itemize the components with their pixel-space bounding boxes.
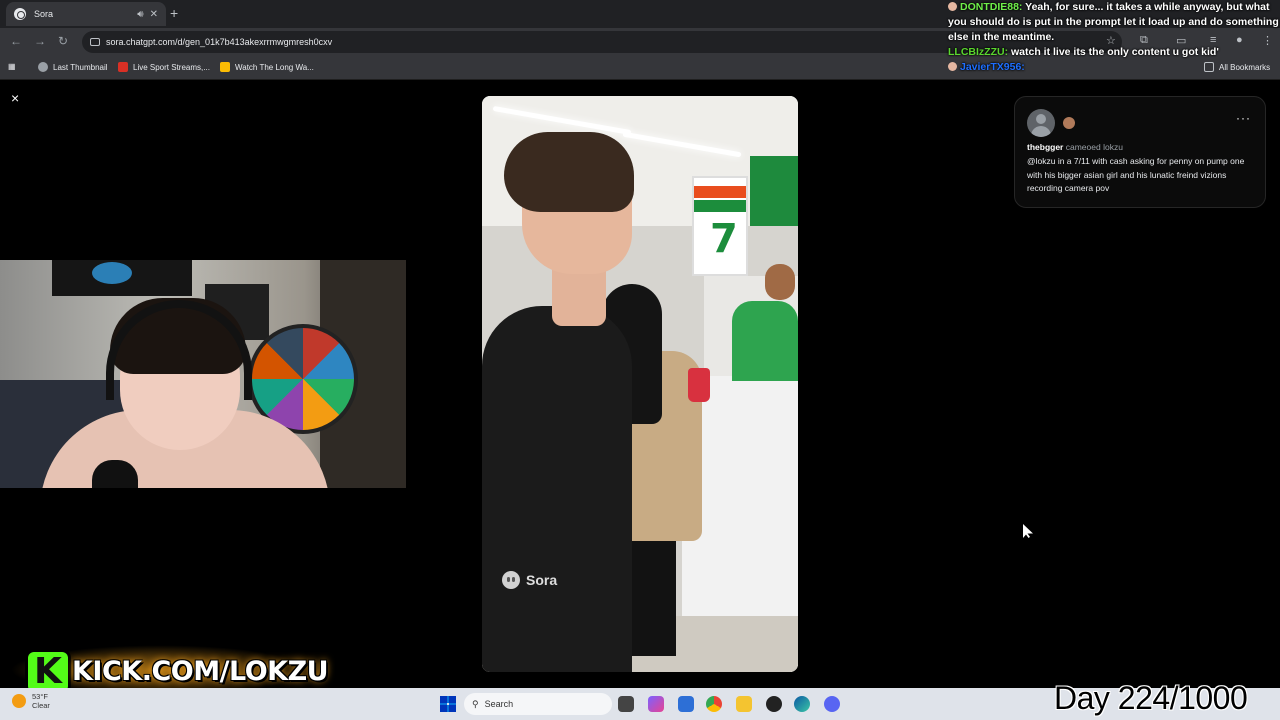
obs-icon[interactable]: [766, 696, 782, 712]
task-view-icon[interactable]: [618, 696, 634, 712]
cameo-avatar[interactable]: [1063, 117, 1075, 129]
chat-message: JavierTX956:: [948, 60, 1280, 75]
slushie-cup: [688, 368, 710, 402]
new-tab-button[interactable]: +: [170, 5, 178, 21]
back-arrow-icon[interactable]: ←: [10, 34, 22, 48]
wall-poster: [52, 260, 192, 296]
bookmark-live-sport[interactable]: Live Sport Streams,...: [118, 62, 210, 72]
store-sign: [750, 156, 798, 226]
day-counter: Day 224/1000: [1054, 680, 1248, 716]
clerk-head: [765, 264, 795, 300]
url-text: sora.chatgpt.com/d/gen_01k7b413akexrrmwg…: [106, 37, 333, 47]
chat-message: DONTDIE88: Yeah, for sure... it takes a …: [948, 0, 1280, 45]
close-viewer-button[interactable]: ×: [11, 91, 19, 105]
chat-username: LLCBIzZZU:: [948, 46, 1009, 58]
sora-favicon-icon: [14, 8, 26, 20]
tab-close-icon[interactable]: ✕: [150, 9, 158, 20]
mouse-cursor-icon: [1023, 524, 1033, 538]
creator-username[interactable]: thebgger: [1027, 142, 1063, 152]
kick-url: KICK.COM/LOKZU: [72, 656, 329, 687]
webcam-overlay: [0, 260, 406, 488]
apps-grid-icon[interactable]: ▦: [8, 62, 16, 71]
discord-icon[interactable]: [824, 696, 840, 712]
chat-username: DONTDIE88:: [960, 1, 1023, 13]
chrome-icon[interactable]: [706, 696, 722, 712]
chat-badge-icon: [948, 2, 957, 11]
bookmark-last-thumbnail[interactable]: Last Thumbnail: [38, 62, 108, 72]
tab-sora[interactable]: Sora 🔊︎ ✕: [6, 2, 166, 26]
site-info-icon[interactable]: [90, 38, 100, 46]
sora-logo-icon: [502, 571, 520, 589]
prompt-text: @lokzu in a 7/11 with cash asking for pe…: [1027, 156, 1245, 193]
bookmark-label: Watch The Long Wa...: [235, 62, 314, 72]
hd-icon: [220, 62, 230, 72]
search-icon: ⚲: [472, 698, 479, 709]
weather-widget[interactable]: 53°F Clear: [12, 692, 50, 710]
chat-overlay: DONTDIE88: Yeah, for sure... it takes a …: [948, 0, 1280, 75]
clerk: [732, 301, 798, 381]
reload-icon[interactable]: ↻: [58, 34, 68, 48]
bookmark-label: Live Sport Streams,...: [133, 62, 210, 72]
tab-title: Sora: [34, 9, 54, 19]
sora-watermark-text: Sora: [526, 572, 558, 588]
more-options-button[interactable]: ···: [1236, 111, 1251, 125]
live-icon: [118, 62, 128, 72]
edge-icon[interactable]: [794, 696, 810, 712]
avatar[interactable]: [1027, 109, 1055, 137]
speaker-icon[interactable]: 🔊︎: [137, 9, 143, 20]
search-placeholder: Search: [484, 699, 514, 709]
weather-sun-icon: [12, 694, 26, 708]
man-hair: [504, 132, 634, 212]
man: [482, 306, 632, 672]
bookmark-watch-long-walk[interactable]: Watch The Long Wa...: [220, 62, 314, 72]
woman-legs: [632, 536, 676, 656]
cameo-action: cameoed lokzu: [1065, 142, 1123, 152]
kick-logo: K: [28, 652, 68, 692]
weather-desc: Clear: [32, 701, 50, 710]
generation-info-card: ··· thebgger cameoed lokzu @lokzu in a 7…: [1014, 96, 1266, 208]
seven-eleven-logo: 7: [692, 176, 748, 276]
taskbar-search[interactable]: ⚲ Search: [464, 693, 612, 715]
sora-watermark: Sora: [502, 571, 557, 589]
chat-message: LLCBIzZZU: watch it live its the only co…: [948, 45, 1280, 60]
globe-icon: [38, 62, 48, 72]
byline: thebgger cameoed lokzu: [1027, 142, 1123, 152]
chat-text: watch it live its the only content u got…: [1008, 46, 1219, 58]
chat-badge-icon: [948, 62, 957, 71]
bookmark-label: Last Thumbnail: [53, 62, 108, 72]
forward-arrow-icon[interactable]: →: [34, 34, 46, 48]
weather-temp: 53°F: [32, 692, 48, 701]
windows-start-icon[interactable]: [440, 696, 456, 712]
microphone: [92, 460, 138, 488]
video-player[interactable]: 7 Sora: [482, 96, 798, 672]
store-icon[interactable]: [678, 696, 694, 712]
copilot-icon[interactable]: [648, 696, 664, 712]
chat-username: JavierTX956:: [960, 61, 1025, 73]
file-explorer-icon[interactable]: [736, 696, 752, 712]
